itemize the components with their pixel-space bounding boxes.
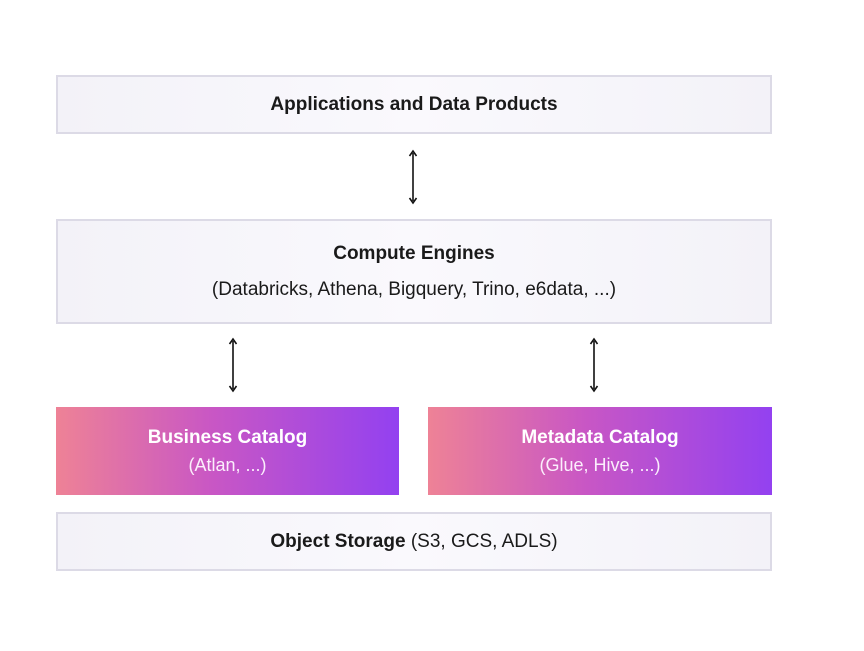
metadata-catalog-title: Metadata Catalog bbox=[521, 426, 679, 448]
metadata-catalog-box: Metadata Catalog (Glue, Hive, ...) bbox=[428, 407, 772, 495]
metadata-catalog-subtitle: (Glue, Hive, ...) bbox=[539, 454, 661, 475]
compute-engines-title: Compute Engines bbox=[333, 242, 495, 264]
arrow-applications-compute bbox=[408, 149, 418, 205]
object-storage-layer-box: Object Storage (S3, GCS, ADLS) bbox=[56, 512, 772, 571]
applications-layer-title: Applications and Data Products bbox=[270, 93, 558, 115]
compute-engines-layer-box: Compute Engines (Databricks, Athena, Big… bbox=[56, 219, 772, 324]
compute-engines-subtitle: (Databricks, Athena, Bigquery, Trino, e6… bbox=[211, 278, 617, 300]
arrow-compute-business-catalog bbox=[228, 337, 238, 393]
object-storage-label: Object Storage (S3, GCS, ADLS) bbox=[270, 531, 557, 553]
arrow-compute-metadata-catalog bbox=[589, 337, 599, 393]
business-catalog-box: Business Catalog (Atlan, ...) bbox=[56, 407, 399, 495]
business-catalog-subtitle: (Atlan, ...) bbox=[188, 454, 267, 475]
applications-layer-box: Applications and Data Products bbox=[56, 75, 772, 134]
object-storage-detail: (S3, GCS, ADLS) bbox=[410, 530, 558, 552]
object-storage-title: Object Storage bbox=[270, 530, 406, 552]
business-catalog-title: Business Catalog bbox=[147, 426, 308, 448]
